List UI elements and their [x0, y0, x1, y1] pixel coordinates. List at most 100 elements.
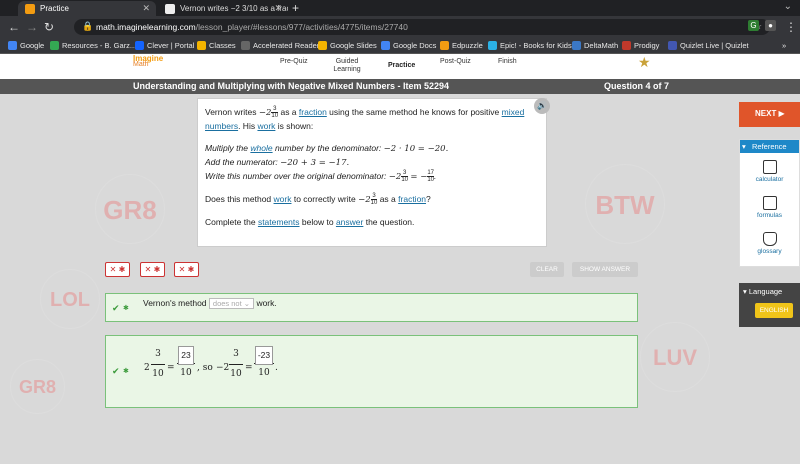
brainly-favicon-icon — [165, 4, 175, 14]
bookmark-quizlet[interactable]: Quizlet Live | Quizlet — [668, 41, 749, 50]
fraction-input-1: 23 10 — [177, 346, 195, 381]
menu-kebab-icon[interactable]: ⋮ — [785, 20, 797, 34]
hint-icon: ✱ — [123, 305, 129, 312]
background-badge: BTW — [585, 164, 665, 244]
question-counter: Question 4 of 7 — [604, 81, 670, 91]
english-button[interactable]: ENGLISH — [755, 303, 793, 318]
language-header[interactable]: ▾ Language — [743, 287, 782, 296]
link-work-2[interactable]: work — [274, 194, 292, 204]
nav-pre-quiz[interactable]: Pre-Quiz — [280, 58, 308, 66]
language-panel: ▾ Language ENGLISH — [739, 283, 800, 327]
new-tab-button[interactable]: + — [292, 1, 299, 15]
fraction-3-10: 3 10 — [151, 349, 165, 379]
bookmark-google-docs[interactable]: Google Docs — [381, 41, 436, 50]
lesson-page: GR8 LOL BTW LUV GR8 Imagine Math Pre-Qui… — [0, 54, 800, 464]
bookmark-epic[interactable]: Epic! - Books for Kids — [488, 41, 572, 50]
method-dropdown[interactable]: does not ⌄ — [208, 298, 255, 309]
reference-calculator[interactable]: calculator — [740, 160, 799, 183]
quizlet-icon — [668, 41, 677, 50]
answer-statement-1: ✔ ✱ Vernon's method does not ⌄ work. — [105, 293, 638, 322]
tab-practice[interactable]: Practice ✕ — [18, 1, 156, 16]
checkmark-icon: ✔ — [112, 366, 120, 376]
calculator-icon — [762, 160, 777, 174]
profile-icon[interactable]: ● — [765, 20, 776, 31]
bookmark-resources[interactable]: Resources - B. Garz... — [50, 41, 136, 50]
reference-formulas[interactable]: formulas — [740, 196, 799, 219]
background-badge: LOL — [40, 269, 100, 329]
error-marker-button[interactable]: ✕ ✱ — [105, 262, 130, 277]
background-badge: GR8 — [10, 359, 65, 414]
finish-star-icon: ★ — [638, 54, 651, 70]
tab-search-icon[interactable]: ⌄ — [784, 1, 792, 12]
reference-panel: ▾ Reference calculator formulas glossary — [739, 139, 800, 267]
more-bookmarks-icon[interactable]: » — [782, 41, 786, 50]
bookmark-google-slides[interactable]: Google Slides — [318, 41, 377, 50]
bookmark-accelerated-reader[interactable]: Accelerated Reader — [241, 41, 319, 50]
link-whole[interactable]: whole — [250, 143, 272, 153]
background-badge: LUV — [640, 322, 710, 392]
lesson-nav: Imagine Math Pre-Quiz Guided Learning Pr… — [0, 54, 800, 79]
link-fraction[interactable]: fraction — [299, 107, 327, 117]
numerator-input-1[interactable]: 23 — [178, 346, 194, 365]
next-button[interactable]: NEXT ▶ — [739, 102, 800, 127]
clear-button[interactable]: CLEAR — [530, 262, 564, 277]
audio-speaker-icon[interactable]: 🔊 — [534, 98, 550, 114]
work-steps: Multiply the whole number by the denomin… — [205, 143, 449, 184]
clever-icon — [135, 41, 144, 50]
checkmark-icon: ✔ — [112, 303, 120, 313]
close-tab-icon[interactable]: ✕ — [142, 3, 150, 14]
bookmark-prodigy[interactable]: Prodigy — [622, 41, 659, 50]
reference-header[interactable]: ▾ Reference — [740, 140, 799, 153]
link-fraction-2[interactable]: fraction — [398, 194, 426, 204]
show-answer-button[interactable]: SHOW ANSWER — [572, 262, 638, 277]
bookmark-deltamath[interactable]: DeltaMath — [572, 41, 618, 50]
nav-guided-learning[interactable]: Guided Learning — [332, 58, 362, 74]
back-arrow-icon[interactable]: ← — [8, 20, 20, 34]
whole-2: 2 — [144, 363, 150, 373]
deltamath-icon — [572, 41, 581, 50]
folder-icon — [50, 41, 59, 50]
background-badge: GR8 — [95, 174, 165, 244]
app-logo-subtitle: Math — [133, 61, 149, 68]
numerator-input-2[interactable]: -23 — [254, 346, 274, 365]
google-icon — [8, 41, 17, 50]
bookmark-classes[interactable]: Classes — [197, 41, 236, 50]
tab-vernon[interactable]: Vernon writes −2 3/10 as a fract ✕ — [158, 1, 288, 16]
collapse-triangle-icon: ▾ — [742, 142, 746, 151]
nav-finish[interactable]: Finish — [498, 58, 517, 66]
bookmark-google[interactable]: Google — [8, 41, 44, 50]
whole-neg-2: −2 — [216, 363, 230, 373]
extension-icon[interactable]: G — [748, 20, 759, 31]
close-tab-icon[interactable]: ✕ — [274, 3, 282, 14]
forward-arrow-icon[interactable]: → — [26, 20, 38, 34]
link-work[interactable]: work — [257, 121, 275, 131]
classes-icon — [197, 41, 206, 50]
bookmarks-bar: Google Resources - B. Garz... Clever | P… — [0, 38, 800, 54]
error-marker-button[interactable]: ✕ ✱ — [174, 262, 199, 277]
reference-glossary[interactable]: glossary — [740, 232, 799, 255]
nav-post-quiz[interactable]: Post-Quiz — [440, 58, 471, 66]
address-bar-row: ← → ↻ 🔒 math.imaginelearning.com/lesson_… — [0, 16, 800, 38]
error-marker-button[interactable]: ✕ ✱ — [140, 262, 165, 277]
tab-title: Vernon writes −2 3/10 as a fract — [180, 4, 288, 13]
link-statements[interactable]: statements — [258, 217, 300, 227]
answer1-text: Vernon's method does not ⌄ work. — [143, 298, 277, 309]
url-path: /lesson_player/#lessons/977/activities/4… — [195, 22, 408, 32]
slides-icon — [318, 41, 327, 50]
fraction-3-10-neg: 3 10 — [229, 349, 243, 379]
tab-title: Practice — [40, 4, 69, 13]
reload-icon[interactable]: ↻ — [44, 20, 54, 34]
link-answer[interactable]: answer — [336, 217, 363, 227]
browser-tab-bar: Practice ✕ Vernon writes −2 3/10 as a fr… — [0, 0, 800, 16]
docs-icon — [381, 41, 390, 50]
fraction-input-2: -23 10 — [254, 346, 274, 381]
question-prompt: Does this method work to correctly write… — [205, 193, 431, 207]
url-bar[interactable]: 🔒 math.imaginelearning.com/lesson_player… — [74, 19, 770, 35]
ar-icon — [241, 41, 250, 50]
bookmark-clever[interactable]: Clever | Portal — [135, 41, 194, 50]
nav-practice[interactable]: Practice — [388, 62, 415, 70]
bookmark-edpuzzle[interactable]: Edpuzzle — [440, 41, 483, 50]
glossary-icon — [762, 232, 777, 246]
hint-icon: ✱ — [123, 368, 129, 375]
edpuzzle-icon — [440, 41, 449, 50]
